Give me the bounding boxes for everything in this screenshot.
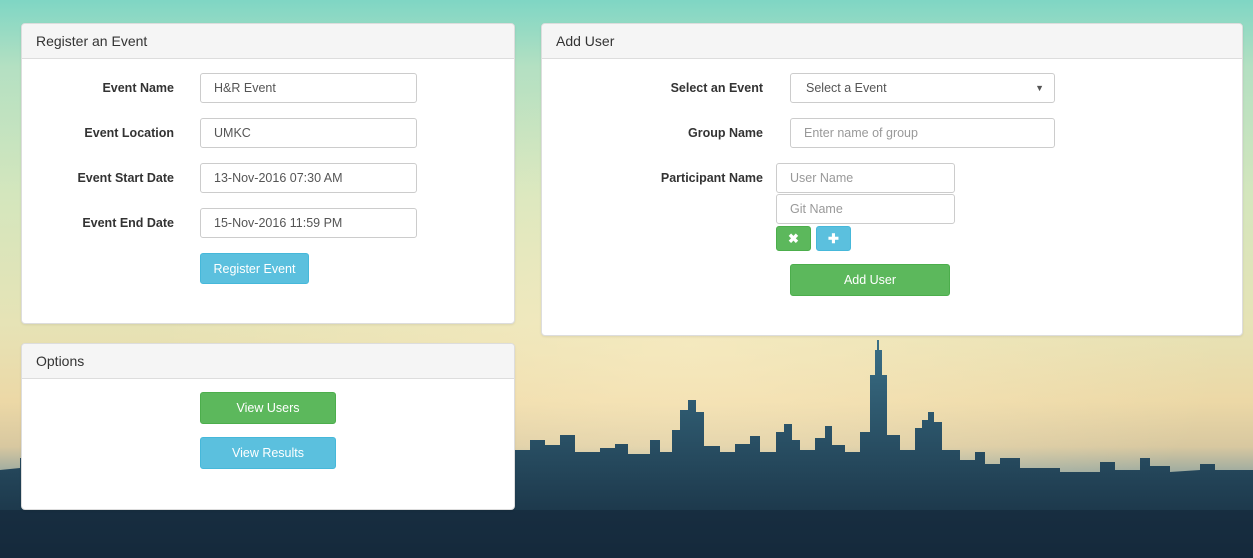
remove-participant-button[interactable]: ✖ (776, 226, 811, 251)
event-location-input[interactable] (200, 118, 417, 148)
group-name-input[interactable] (790, 118, 1055, 148)
close-icon: ✖ (788, 230, 799, 246)
add-participant-button[interactable]: ✚ (816, 226, 851, 251)
select-event-value: Select a Event (806, 81, 887, 95)
add-user-button[interactable]: Add User (790, 264, 950, 296)
event-location-label: Event Location (84, 126, 174, 140)
select-event-dropdown[interactable]: Select a Event ▼ (790, 73, 1055, 103)
view-users-button[interactable]: View Users (200, 392, 336, 424)
event-start-date-input[interactable] (200, 163, 417, 193)
add-user-panel: Add User Select an Event Select a Event … (541, 23, 1243, 336)
options-panel: Options View Users View Results (21, 343, 515, 510)
plus-icon: ✚ (828, 230, 839, 246)
view-results-button[interactable]: View Results (200, 437, 336, 469)
user-name-input[interactable] (776, 163, 955, 193)
options-panel-title: Options (22, 344, 514, 379)
git-name-input[interactable] (776, 194, 955, 224)
event-name-input[interactable] (200, 73, 417, 103)
register-event-panel-title: Register an Event (22, 24, 514, 59)
add-user-panel-title: Add User (542, 24, 1242, 59)
event-end-date-input[interactable] (200, 208, 417, 238)
event-name-label: Event Name (102, 81, 174, 95)
event-end-date-label: Event End Date (82, 216, 174, 230)
chevron-down-icon: ▼ (1035, 83, 1044, 93)
event-start-date-label: Event Start Date (77, 171, 174, 185)
register-event-button[interactable]: Register Event (200, 253, 309, 284)
participant-name-label: Participant Name (660, 171, 763, 185)
register-event-panel: Register an Event Event Name Event Locat… (21, 23, 515, 324)
select-event-label: Select an Event (670, 81, 763, 95)
group-name-label: Group Name (687, 126, 763, 140)
